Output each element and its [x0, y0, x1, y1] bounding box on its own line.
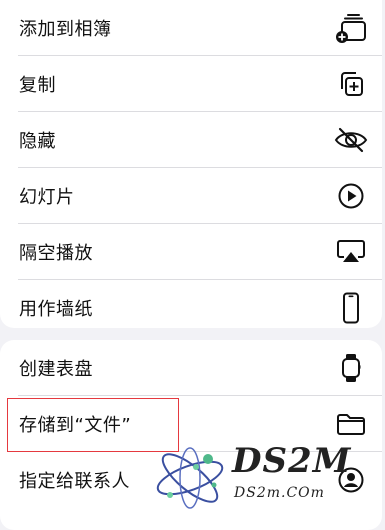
iphone-icon — [333, 290, 369, 326]
menu-item-label: 添加到相簿 — [19, 19, 112, 40]
menu-item-label: 幻灯片 — [19, 187, 75, 208]
menu-item-label: 隔空播放 — [19, 243, 93, 264]
airplay-icon — [333, 234, 369, 270]
play-circle-icon — [333, 178, 369, 214]
menu-item-assign-to-contact[interactable]: 指定给联系人 — [0, 452, 382, 508]
menu-item-add-to-album[interactable]: 添加到相簿 — [0, 0, 382, 56]
menu-item-use-as-wallpaper[interactable]: 用作墙纸 — [0, 280, 382, 328]
menu-item-create-watch-face[interactable]: 创建表盘 — [0, 340, 382, 396]
hide-eye-slash-icon — [333, 122, 369, 158]
contact-icon — [333, 462, 369, 498]
menu-item-label: 创建表盘 — [19, 359, 93, 380]
menu-item-label: 隐藏 — [19, 131, 56, 152]
menu-item-label: 复制 — [19, 75, 56, 96]
add-to-album-icon — [333, 10, 369, 46]
menu-item-slideshow[interactable]: 幻灯片 — [0, 168, 382, 224]
duplicate-icon — [333, 66, 369, 102]
menu-item-label: 用作墙纸 — [19, 299, 93, 320]
apple-watch-icon — [333, 350, 369, 386]
action-group-secondary: 创建表盘 存储到“文件” 指定给联系人 — [0, 340, 382, 530]
menu-item-hide[interactable]: 隐藏 — [0, 112, 382, 168]
menu-item-label: 存储到“文件” — [19, 415, 132, 436]
action-group-primary: 添加到相簿 复制 隐藏 幻灯片 隔空播放 用作墙纸 — [0, 0, 382, 328]
menu-item-duplicate[interactable]: 复制 — [0, 56, 382, 112]
folder-icon — [333, 406, 369, 442]
menu-item-airplay[interactable]: 隔空播放 — [0, 224, 382, 280]
menu-item-save-to-files[interactable]: 存储到“文件” — [0, 396, 382, 452]
menu-item-label: 指定给联系人 — [19, 471, 130, 492]
